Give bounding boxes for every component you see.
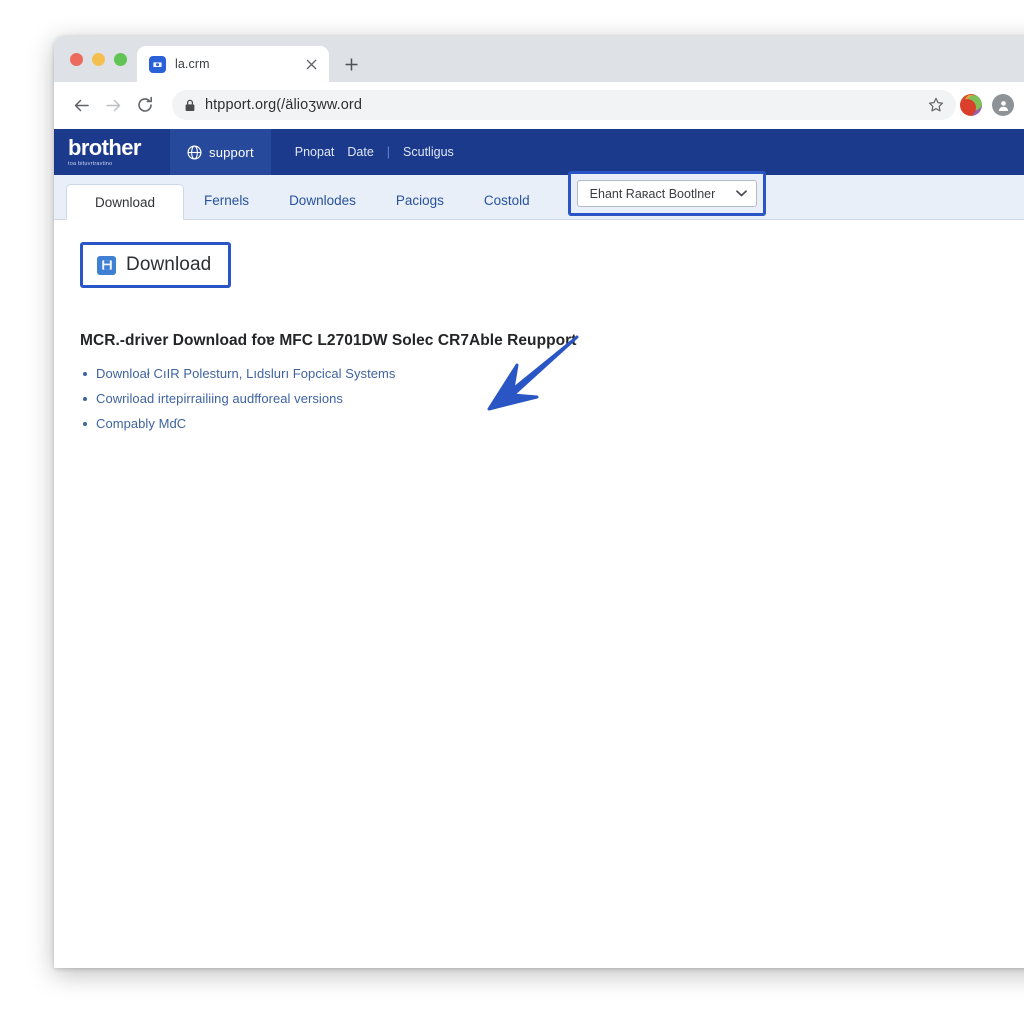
brother-logo[interactable]: brother toa bituvrtravtino — [54, 129, 170, 175]
page-title: MCR.-driver Download foɐ MFC L2701DW Sol… — [80, 332, 577, 349]
browser-tab[interactable]: la.crm — [137, 46, 329, 82]
site-nav-tab-fernels[interactable]: Fernels — [184, 183, 269, 219]
site-header: brother toa bituvrtravtino support Pnopa… — [54, 129, 1024, 175]
brand-link-1[interactable]: Date — [347, 145, 373, 159]
chevron-down-icon — [735, 190, 747, 197]
product-select-value: Ehant Raʀact Bootlner — [589, 186, 716, 201]
list-item[interactable]: Cowriload irtepirrailiing audfforeal ver… — [80, 391, 1024, 406]
page-content: Download MCR.-driver Download foɐ MFC L2… — [54, 220, 1024, 431]
new-tab-button[interactable] — [337, 50, 365, 78]
download-link-list: Downloał CıIR Polesturn, Lıdslurı Fopcic… — [80, 366, 1024, 431]
brand-link-2[interactable]: Scutligus — [403, 145, 454, 159]
product-select-highlight: Ehant Raʀact Bootlner — [567, 171, 766, 216]
site-nav-tab-downlodes[interactable]: Downlodes — [269, 183, 376, 219]
screenshot-root: la.crm htpport.org(/älioʒww.ord brother … — [0, 0, 1024, 1024]
browser-tab-strip: la.crm — [54, 36, 1024, 82]
minimize-window-button[interactable] — [92, 52, 105, 66]
address-bar[interactable]: htpport.org(/älioʒww.ord — [172, 90, 956, 120]
close-window-button[interactable] — [70, 52, 83, 66]
download-button-label: Download — [126, 254, 212, 275]
brother-logo-name: brother — [68, 134, 141, 160]
support-nav-item[interactable]: support — [170, 129, 271, 175]
site-nav-bar: Download Fernels Downlodes Paciogs Costo… — [54, 171, 1024, 220]
download-button[interactable]: Download — [80, 242, 232, 288]
window-controls — [66, 36, 137, 82]
reload-button[interactable] — [130, 90, 160, 120]
close-tab-button[interactable] — [303, 56, 319, 72]
product-select[interactable]: Ehant Raʀact Bootlner — [576, 180, 757, 207]
globe-icon — [187, 144, 202, 160]
page-viewport: brother toa bituvrtravtino support Pnopa… — [54, 129, 1024, 968]
maximize-window-button[interactable] — [114, 52, 127, 66]
browser-toolbar: htpport.org(/älioʒww.ord — [54, 82, 1024, 129]
site-nav-tab-costold[interactable]: Costold — [464, 183, 550, 219]
list-item[interactable]: Compably MɗC — [80, 416, 1024, 431]
site-nav-tab-paciogs[interactable]: Paciogs — [376, 183, 464, 219]
bookmark-star-icon[interactable] — [922, 91, 950, 119]
browser-window: la.crm htpport.org(/älioʒww.ord brother … — [54, 36, 1024, 968]
back-button[interactable] — [66, 90, 96, 120]
url-text: htpport.org(/älioʒww.ord — [205, 97, 362, 113]
fruit-extension-icon[interactable] — [960, 94, 982, 116]
brand-link-separator: | — [386, 145, 391, 159]
forward-button[interactable] — [98, 90, 128, 120]
site-nav-tab-download[interactable]: Download — [66, 184, 185, 220]
browser-tab-title: la.crm — [175, 57, 210, 71]
support-nav-label: support — [209, 144, 254, 160]
site-favicon — [149, 55, 166, 73]
brother-logo-tagline: toa bituvrtravtino — [68, 160, 113, 167]
profile-icon[interactable] — [992, 94, 1014, 116]
lock-icon — [184, 99, 196, 112]
list-item[interactable]: Downloał CıIR Polesturn, Lıdslurı Fopcic… — [80, 366, 1024, 381]
brand-utility-links: Pnopat Date | Scutligus — [271, 129, 454, 175]
brand-link-0[interactable]: Pnopat — [295, 145, 335, 159]
download-save-icon — [97, 255, 116, 275]
